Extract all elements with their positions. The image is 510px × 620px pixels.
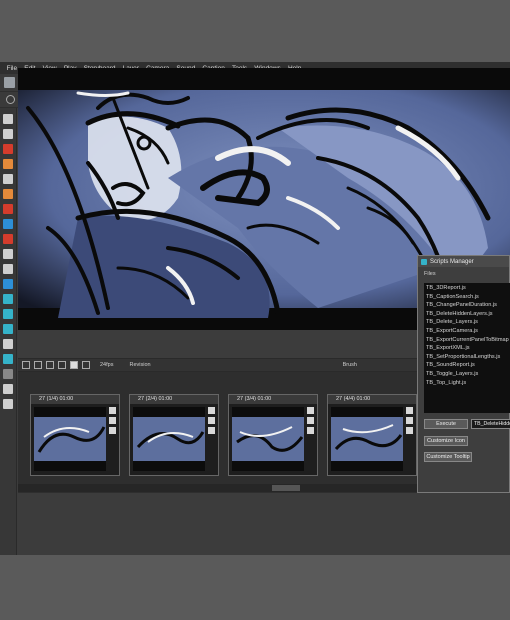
file-item[interactable]: TB_ExportCurrentPanelToBitmap — [426, 336, 509, 345]
script-name-field[interactable]: TB_DeleteHidde — [471, 419, 510, 429]
sound-icon[interactable] — [208, 417, 215, 424]
function-icon[interactable] — [6, 95, 15, 104]
dialog-titlebar[interactable]: Scripts Manager — [418, 256, 509, 267]
thumbnails-scrollbar[interactable] — [18, 484, 418, 492]
panel-controls — [208, 407, 216, 471]
panel-label: 27 (4/4) 01:00 — [328, 395, 416, 404]
file-item[interactable]: TB_ExportCamera.js — [426, 327, 508, 336]
library-icon[interactable] — [3, 399, 13, 409]
camera-icon[interactable] — [109, 407, 116, 414]
note-icon[interactable] — [208, 427, 215, 434]
zoom-tool-icon[interactable] — [3, 264, 13, 274]
file-item[interactable]: TB_CaptionSearch.js — [426, 293, 508, 302]
rectangle-tool-icon[interactable] — [3, 219, 13, 229]
execute-button[interactable]: Execute — [424, 419, 468, 429]
file-item[interactable]: TB_Top_Light.js — [426, 379, 508, 388]
dialog-title: Scripts Manager — [430, 258, 474, 265]
note-icon[interactable] — [406, 427, 413, 434]
file-item[interactable]: TB_ExportXML.js — [426, 344, 508, 353]
file-item[interactable]: TB_Delete_Layers.js — [426, 318, 508, 327]
file-item[interactable]: TB_SoundReport.js — [426, 361, 508, 370]
eraser-tool-icon[interactable] — [3, 189, 13, 199]
panel-image — [232, 407, 304, 471]
files-list: TB_3DReport.js TB_CaptionSearch.js TB_Ch… — [424, 283, 510, 413]
timeline-toolbar: 24fps Revision Brush — [18, 358, 418, 372]
layer-move-icon[interactable] — [3, 309, 13, 319]
scrollbar-thumb[interactable] — [272, 485, 300, 491]
panel-thumbnail[interactable]: 27 (3/4) 01:00 — [228, 394, 318, 476]
panel-image — [133, 407, 205, 471]
text-tool-icon[interactable] — [3, 174, 13, 184]
hand-tool-icon[interactable] — [3, 249, 13, 259]
grid-view-icon[interactable] — [58, 361, 66, 369]
files-label: Files — [424, 271, 436, 277]
sound-icon[interactable] — [307, 417, 314, 424]
panel-image — [34, 407, 106, 471]
file-item[interactable]: TB_ChangePanelDuration.js — [426, 301, 508, 310]
customize-tooltip-button[interactable]: Customize Tooltip — [424, 452, 472, 462]
panel-thumbnail[interactable]: 27 (2/4) 01:00 — [129, 394, 219, 476]
file-item[interactable]: TB_3DReport.js — [426, 284, 508, 293]
panel-view-icon[interactable] — [70, 361, 78, 369]
brush-tool-icon[interactable] — [3, 144, 13, 154]
panel-label: 27 (1/4) 01:00 — [31, 395, 119, 404]
scripts-manager-dialog: Scripts Manager Files TB_3DReport.js TB_… — [417, 255, 510, 493]
paste-layer-icon[interactable] — [3, 384, 13, 394]
thumbnails-strip: 27 (1/4) 01:00 27 (2/4) 01:00 27 (3/4) 0… — [18, 372, 418, 493]
scripts-manager-icon — [421, 258, 427, 265]
fps-label: 24fps — [100, 362, 114, 368]
trash-icon[interactable] — [3, 369, 13, 379]
file-item[interactable]: TB_DeleteHiddenLayers.js — [426, 310, 508, 319]
panel-controls — [307, 407, 315, 471]
timeline-view-icon[interactable] — [34, 361, 42, 369]
tools-palette — [0, 108, 17, 555]
file-item[interactable]: TB_SetProportionalLengths.js — [426, 353, 508, 362]
file-item[interactable]: TB_Toggle_Layers.js — [426, 370, 508, 379]
camera-icon[interactable] — [307, 407, 314, 414]
note-icon[interactable] — [109, 427, 116, 434]
select-tool-icon[interactable] — [3, 114, 13, 124]
transform-tool-icon[interactable] — [3, 129, 13, 139]
paint-tool-icon[interactable] — [3, 204, 13, 214]
layer-rotate-icon[interactable] — [3, 324, 13, 334]
light-table-tool-icon[interactable] — [3, 354, 13, 364]
panel-controls — [406, 407, 414, 471]
pencil-tool-icon[interactable] — [3, 159, 13, 169]
note-icon[interactable] — [307, 427, 314, 434]
camera-icon[interactable] — [406, 407, 413, 414]
sound-icon[interactable] — [109, 417, 116, 424]
link-icon[interactable] — [82, 361, 90, 369]
panel-image — [331, 407, 403, 471]
panel-thumbnail[interactable]: 27 (4/4) 01:00 — [327, 394, 417, 476]
camera-tool-icon[interactable] — [3, 279, 13, 289]
thumbnail-view-icon[interactable] — [22, 361, 30, 369]
panel-label: 27 (3/4) 01:00 — [229, 395, 317, 404]
eyedropper-tool-icon[interactable] — [3, 234, 13, 244]
panel-label: 27 (2/4) 01:00 — [130, 395, 218, 404]
list-view-icon[interactable] — [46, 361, 54, 369]
customize-icon-button[interactable]: Customize Icon — [424, 436, 468, 446]
brush-label: Brush — [342, 362, 357, 368]
sound-icon[interactable] — [406, 417, 413, 424]
layer-tool-icon[interactable] — [3, 294, 13, 304]
revision-label: Revision — [129, 362, 151, 368]
new-file-icon[interactable] — [4, 77, 15, 88]
camera-icon[interactable] — [208, 407, 215, 414]
panel-thumbnail[interactable]: 27 (1/4) 01:00 — [30, 394, 120, 476]
panel-controls — [109, 407, 117, 471]
copy-layer-icon[interactable] — [3, 339, 13, 349]
